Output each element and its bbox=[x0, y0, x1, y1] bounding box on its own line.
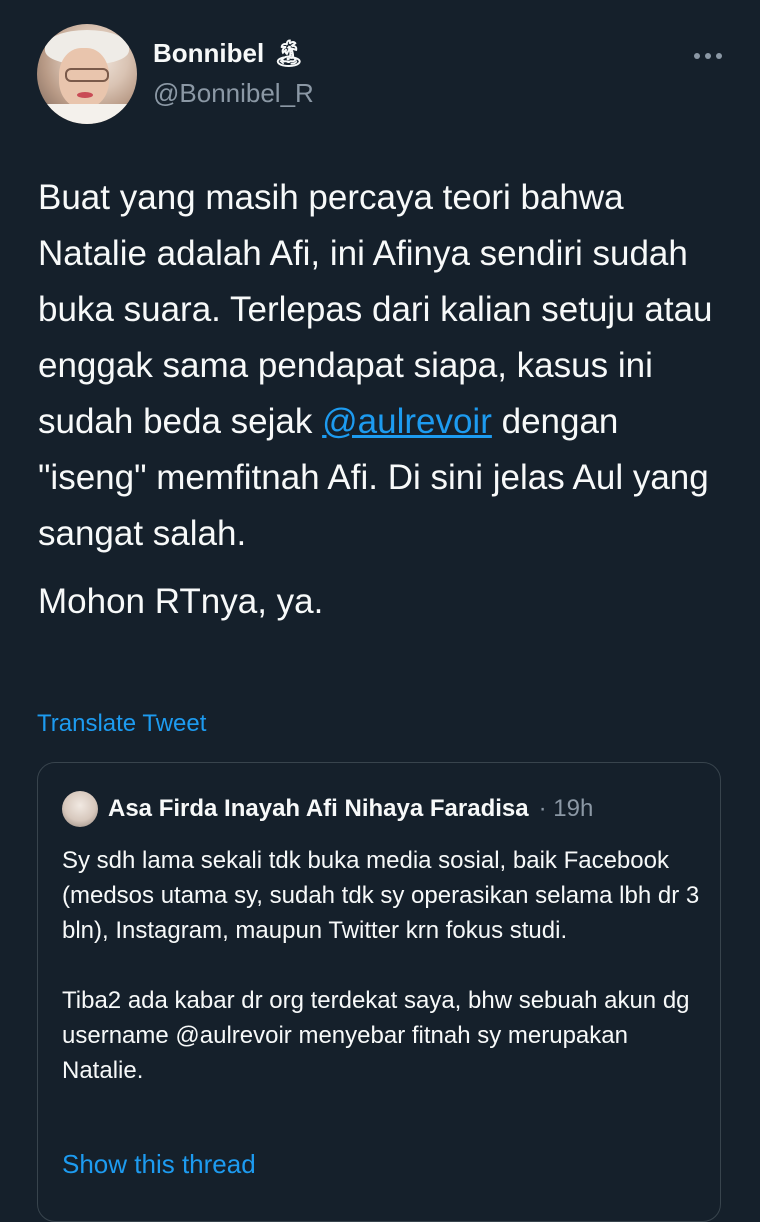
tweet-paragraph-1: Buat yang masih percaya teori bahwa Nata… bbox=[38, 170, 728, 562]
quoted-paragraph-2: Tiba2 ada kabar dr org terdekat saya, bh… bbox=[62, 987, 690, 1084]
quoted-tweet-header: Asa Firda Inayah Afi Nihaya Faradisa · 1… bbox=[62, 791, 593, 827]
tweet-header: Bonnibel 🏝 @Bonnibel_R bbox=[0, 0, 760, 130]
avatar-lips-shape bbox=[77, 92, 93, 98]
quoted-tweet-text: Sy sdh lama sekali tdk buka media sosial… bbox=[62, 843, 712, 1088]
more-options-icon[interactable] bbox=[684, 36, 732, 76]
island-emoji-icon: 🏝 bbox=[272, 38, 306, 68]
quoted-tweet-card[interactable]: Asa Firda Inayah Afi Nihaya Faradisa · 1… bbox=[37, 762, 721, 1222]
author-name-row[interactable]: Bonnibel 🏝 bbox=[153, 38, 305, 69]
translate-tweet-link[interactable]: Translate Tweet bbox=[37, 710, 206, 738]
quoted-tweet-time: · 19h bbox=[538, 795, 594, 822]
author-avatar[interactable] bbox=[37, 24, 137, 124]
quoted-paragraph-1: Sy sdh lama sekali tdk buka media sosial… bbox=[62, 847, 700, 944]
dot bbox=[716, 53, 722, 59]
dot bbox=[705, 53, 711, 59]
quoted-author-name: Asa Firda Inayah Afi Nihaya Faradisa bbox=[108, 795, 529, 822]
avatar-glasses-shape bbox=[65, 68, 109, 82]
dot bbox=[694, 53, 700, 59]
quoted-author-avatar bbox=[62, 791, 98, 827]
avatar-shirt-shape bbox=[37, 104, 137, 124]
author-handle[interactable]: @Bonnibel_R bbox=[153, 78, 314, 109]
tweet-text: Buat yang masih percaya teori bahwa Nata… bbox=[38, 170, 728, 630]
author-name[interactable]: Bonnibel bbox=[153, 38, 264, 69]
mention-link[interactable]: @aulrevoir bbox=[322, 402, 492, 441]
tweet-paragraph-2: Mohon RTnya, ya. bbox=[38, 582, 324, 621]
show-thread-link[interactable]: Show this thread bbox=[62, 1149, 256, 1180]
